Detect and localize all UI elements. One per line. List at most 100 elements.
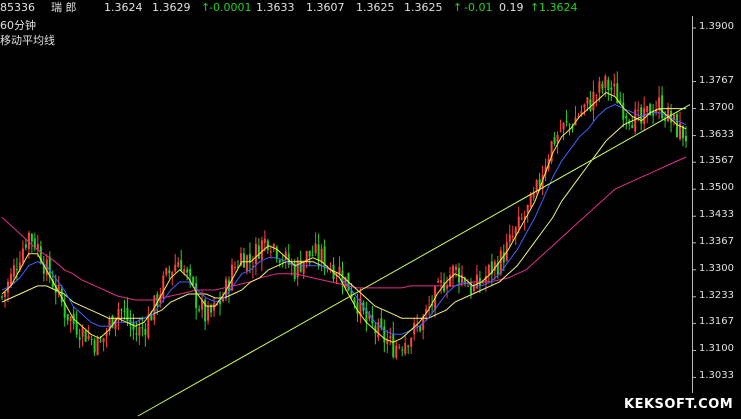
candle-body [311,254,314,256]
candle-body [526,204,529,213]
price-chart[interactable] [0,0,741,419]
candle-body [308,250,311,257]
price-tick-label: 1.3100 [699,343,734,355]
candle-body [269,251,272,253]
candle-body [84,330,87,342]
candle-body [392,333,395,358]
candle-body [81,327,84,337]
candle-body [625,115,628,119]
candle-body [604,75,607,88]
candle-body [589,99,592,111]
candle-body [242,253,245,268]
candle-body [407,345,410,347]
quote-price: 1.3624 [539,1,578,14]
candle-body [520,218,523,220]
candle-body [57,284,60,290]
candle-body [538,179,541,186]
watermark: KEKSOFT.COM [624,397,734,412]
candle-body [168,270,171,273]
candle-body [78,337,81,340]
quote-change-pct: -0.01 [464,1,493,14]
candle-body [69,316,72,322]
candle-body [186,269,189,273]
quote-bid: 1.3625 [356,1,395,14]
candle-body [317,244,320,262]
candle-body [144,328,147,335]
up-arrow-icon: ↑ [453,1,463,14]
candle-body [126,307,129,322]
candle-body [529,193,532,208]
candle-body [487,264,490,275]
candle-body [440,280,443,283]
quote-ratio: 0.19 [499,1,524,14]
candle-body [535,180,538,191]
candle-body [245,255,248,271]
candle-body [87,335,90,339]
candle-body [198,309,201,311]
candle-body [685,135,687,142]
candle-body [652,113,655,116]
candle-body [213,303,216,311]
candle-body [260,240,263,260]
candle-body [138,326,141,336]
candle-body [559,130,562,132]
candle-body [610,87,613,90]
candle-body [410,337,413,347]
candle-body [93,340,96,353]
quote-bar: 85336 瑞 郎 1.3624 1.3629 ↑ -0.0001 1.3633… [0,0,741,16]
candle-body [183,269,186,273]
quote-open: 1.3624 [104,1,143,14]
candle-body [1,296,3,298]
price-tick-label: 1.3700 [699,101,734,113]
candle-body [15,268,18,270]
candle-body [284,251,287,261]
candle-body [607,79,610,91]
candle-body [162,275,165,298]
candle-body [174,264,177,272]
candle-body [21,248,24,263]
symbol-name: 瑞 郎 [51,1,77,14]
candle-body [353,298,356,303]
candle-body [598,81,601,93]
candle-body [637,110,640,112]
candle-body [192,276,195,286]
candle-body [466,285,469,287]
candle-body [404,343,407,354]
candle-body [517,216,520,229]
quote-high: 1.3629 [152,1,191,14]
candle-body [135,333,138,335]
trend-line [137,104,691,417]
candle-body [180,260,183,271]
price-tick-label: 1.3233 [699,289,734,301]
candle-body [102,338,105,343]
candle-body [595,95,598,97]
candle-body [257,245,260,259]
candle-body [117,308,120,320]
candle-body [586,97,589,104]
candle-body [278,260,281,263]
candle-body [398,346,401,348]
candle-body [446,286,449,289]
candle-body [30,233,33,242]
candle-body [123,310,126,312]
candle-body [254,243,257,264]
candle-body [565,121,568,123]
price-tick-label: 1.3300 [699,262,734,274]
quote-change: -0.0001 [209,1,252,14]
candle-body [583,104,586,108]
price-tick-label: 1.3167 [699,316,734,328]
candle-body [207,305,210,321]
candle-body [165,268,168,275]
candle-body [141,327,144,329]
candle-body [189,268,192,277]
candle-body [670,110,673,123]
symbol-code: 85336 [0,1,35,14]
candle-body [508,234,511,242]
candle-body [553,137,556,144]
candle-body [12,265,15,277]
candle-body [460,274,463,283]
price-tick-label: 1.3767 [699,74,734,86]
candle-body [320,248,323,262]
quote-last: 1.3633 [256,1,295,14]
price-tick-label: 1.3500 [699,182,734,194]
